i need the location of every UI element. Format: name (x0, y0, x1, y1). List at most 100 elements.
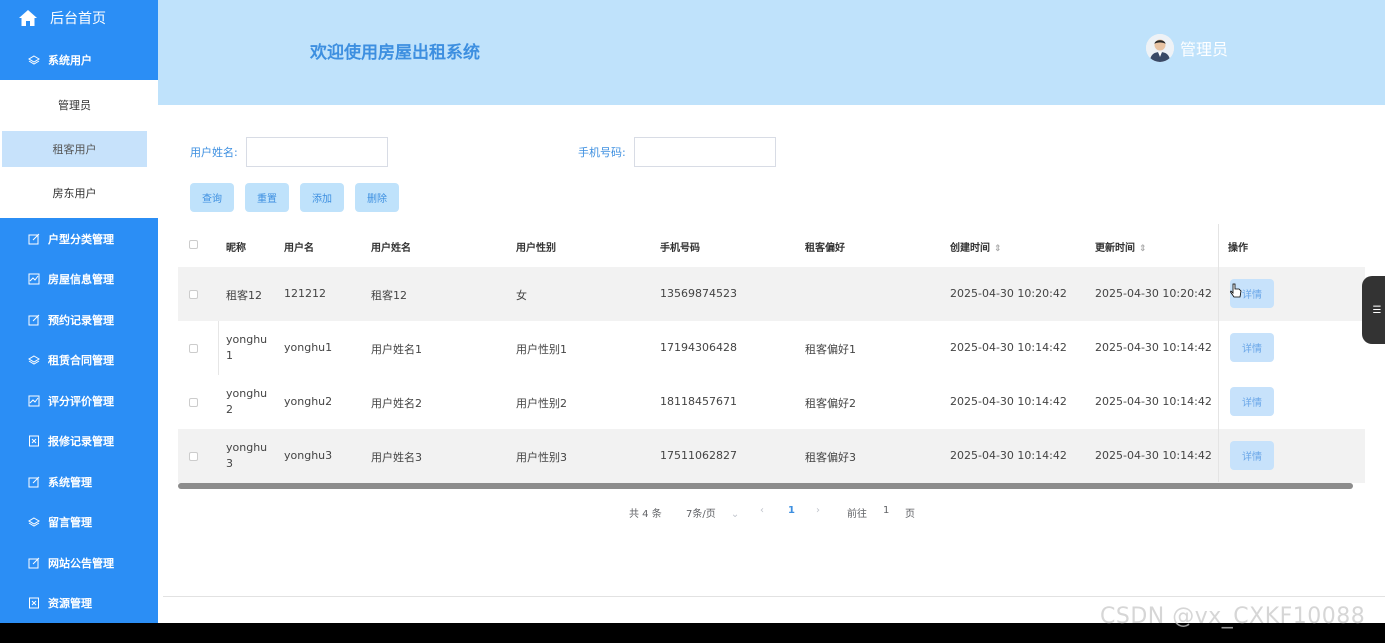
delete-button[interactable]: 删除 (355, 183, 399, 212)
sidebar-submenu: 管理员 租客用户 房东用户 (0, 80, 158, 218)
cell-created: 2025-04-30 10:14:42 (950, 449, 1067, 462)
sidebar-item-reviews[interactable]: 评分评价管理 (0, 381, 158, 421)
row-checkbox[interactable] (189, 344, 198, 353)
query-button[interactable]: 查询 (190, 183, 234, 212)
sidebar-item-label: 租赁合同管理 (48, 354, 114, 367)
sidebar-item-messages[interactable]: 留言管理 (0, 502, 158, 542)
sort-icon[interactable]: ⇕ (1139, 244, 1147, 254)
col-updated[interactable]: 更新时间 ⇕ (1095, 239, 1147, 254)
page-size-select[interactable]: 7条/页 ⌄ (686, 505, 739, 521)
add-button[interactable]: 添加 (300, 183, 344, 212)
cell-realname: 用户姓名3 (371, 451, 422, 464)
fixed-column-divider (1218, 224, 1219, 482)
horizontal-scrollbar[interactable] (178, 483, 1353, 489)
search-phone-group: 手机号码: (578, 137, 776, 167)
row-checkbox[interactable] (189, 290, 198, 299)
cell-divider (218, 321, 219, 375)
edit-icon (28, 233, 40, 245)
chevron-down-icon: ⌄ (730, 509, 740, 520)
sidebar-item-label: 户型分类管理 (48, 233, 114, 246)
user-menu[interactable]: 管理员 (1146, 34, 1228, 62)
cell-username: yonghu1 (284, 341, 333, 354)
prev-page-icon[interactable]: ‹ (760, 505, 764, 521)
sidebar-sub-admin[interactable]: 管理员 (2, 87, 147, 123)
sidebar-item-notices[interactable]: 网站公告管理 (0, 543, 158, 583)
goto-suffix: 页 (905, 509, 915, 520)
cell-gender: 用户性别2 (516, 397, 567, 410)
sidebar-item-reservations[interactable]: 预约记录管理 (0, 300, 158, 340)
sidebar-item-label: 留言管理 (48, 516, 92, 529)
cell-updated: 2025-04-30 10:14:42 (1095, 341, 1212, 354)
select-all-checkbox[interactable] (189, 240, 198, 249)
cell-nickname: yonghu3 (226, 441, 268, 470)
layers-icon (28, 54, 40, 66)
sidebar-item-repairs[interactable]: 报修记录管理 (0, 421, 158, 461)
edit-icon (28, 557, 40, 569)
phone-input[interactable] (633, 137, 776, 167)
cell-username: yonghu2 (284, 395, 333, 408)
header: 欢迎使用房屋出租系统 管理员 (158, 0, 1385, 105)
cell-updated: 2025-04-30 10:14:42 (1095, 449, 1212, 462)
row-checkbox[interactable] (189, 398, 198, 407)
col-updated-label: 更新时间 (1095, 243, 1135, 254)
col-created[interactable]: 创建时间 ⇕ (950, 239, 1002, 254)
document-icon (28, 435, 40, 447)
home-icon (18, 8, 38, 28)
col-created-label: 创建时间 (950, 243, 990, 254)
cell-nickname: yonghu2 (226, 387, 268, 416)
sidebar-sub-tenant[interactable]: 租客用户 (2, 131, 147, 167)
sidebar-item-system[interactable]: 系统管理 (0, 462, 158, 502)
sidebar-item-room-type[interactable]: 户型分类管理 (0, 219, 158, 259)
row-checkbox[interactable] (189, 452, 198, 461)
col-nickname: 昵称 (226, 243, 246, 254)
sort-icon[interactable]: ⇕ (994, 244, 1002, 254)
cell-created: 2025-04-30 10:20:42 (950, 287, 1067, 300)
sidebar-item-label: 资源管理 (48, 597, 92, 610)
reset-button[interactable]: 重置 (245, 183, 289, 212)
document-icon (28, 597, 40, 609)
name-input[interactable] (245, 137, 388, 167)
sidebar-item-label: 房屋信息管理 (48, 273, 114, 286)
sidebar-item-label: 预约记录管理 (48, 314, 114, 327)
sidebar-item-contracts[interactable]: 租赁合同管理 (0, 340, 158, 380)
menu-icon: ☰ (1372, 304, 1382, 316)
cell-phone: 17194306428 (660, 341, 737, 354)
detail-button[interactable]: 详情 (1230, 387, 1274, 416)
sidebar-sub-landlord[interactable]: 房东用户 (2, 175, 147, 211)
cell-updated: 2025-04-30 10:20:42 (1095, 287, 1212, 300)
detail-button[interactable]: 详情 (1230, 441, 1274, 470)
side-panel-toggle[interactable]: ☰ (1362, 276, 1385, 344)
sidebar-home-label: 后台首页 (50, 11, 106, 27)
detail-button[interactable]: 详情 (1230, 333, 1274, 362)
chart-icon (28, 395, 40, 407)
sidebar-item-resources[interactable]: 资源管理 (0, 583, 158, 623)
goto-prefix: 前往 (847, 509, 867, 520)
cell-preference: 租客偏好3 (805, 451, 856, 464)
cell-realname: 用户姓名2 (371, 397, 422, 410)
cell-phone: 18118457671 (660, 395, 737, 408)
cell-preference: 租客偏好2 (805, 397, 856, 410)
table-row: 租客12 121212 租客12 女 13569874523 2025-04-3… (178, 267, 1365, 321)
page-number-current[interactable]: 1 (788, 505, 795, 521)
cell-phone: 17511062827 (660, 449, 737, 462)
cell-gender: 女 (516, 289, 527, 302)
cell-created: 2025-04-30 10:14:42 (950, 395, 1067, 408)
cell-username: 121212 (284, 287, 326, 300)
page-size-value: 7条/页 (686, 509, 716, 520)
phone-label: 手机号码: (578, 146, 626, 159)
col-gender: 用户性别 (516, 243, 556, 254)
sidebar-item-house-info[interactable]: 房屋信息管理 (0, 259, 158, 299)
col-username: 用户名 (284, 243, 314, 254)
search-name-group: 用户姓名: (190, 137, 388, 167)
sidebar-item-system-users[interactable]: 系统用户 (0, 40, 158, 80)
edit-icon (28, 314, 40, 326)
edit-icon (28, 476, 40, 488)
page-title: 欢迎使用房屋出租系统 (310, 43, 480, 63)
table-row: yonghu2 yonghu2 用户姓名2 用户性别2 18118457671 … (178, 375, 1365, 429)
chart-icon (28, 273, 40, 285)
cell-preference: 租客偏好1 (805, 343, 856, 356)
sidebar-home[interactable]: 后台首页 (0, 0, 158, 36)
next-page-icon[interactable]: › (816, 505, 820, 521)
data-table: 昵称 用户名 用户姓名 用户性别 手机号码 租客偏好 创建时间 ⇕ 更新时间 ⇕ 操… (178, 224, 1365, 489)
goto-page-input[interactable]: 1 (883, 505, 889, 521)
